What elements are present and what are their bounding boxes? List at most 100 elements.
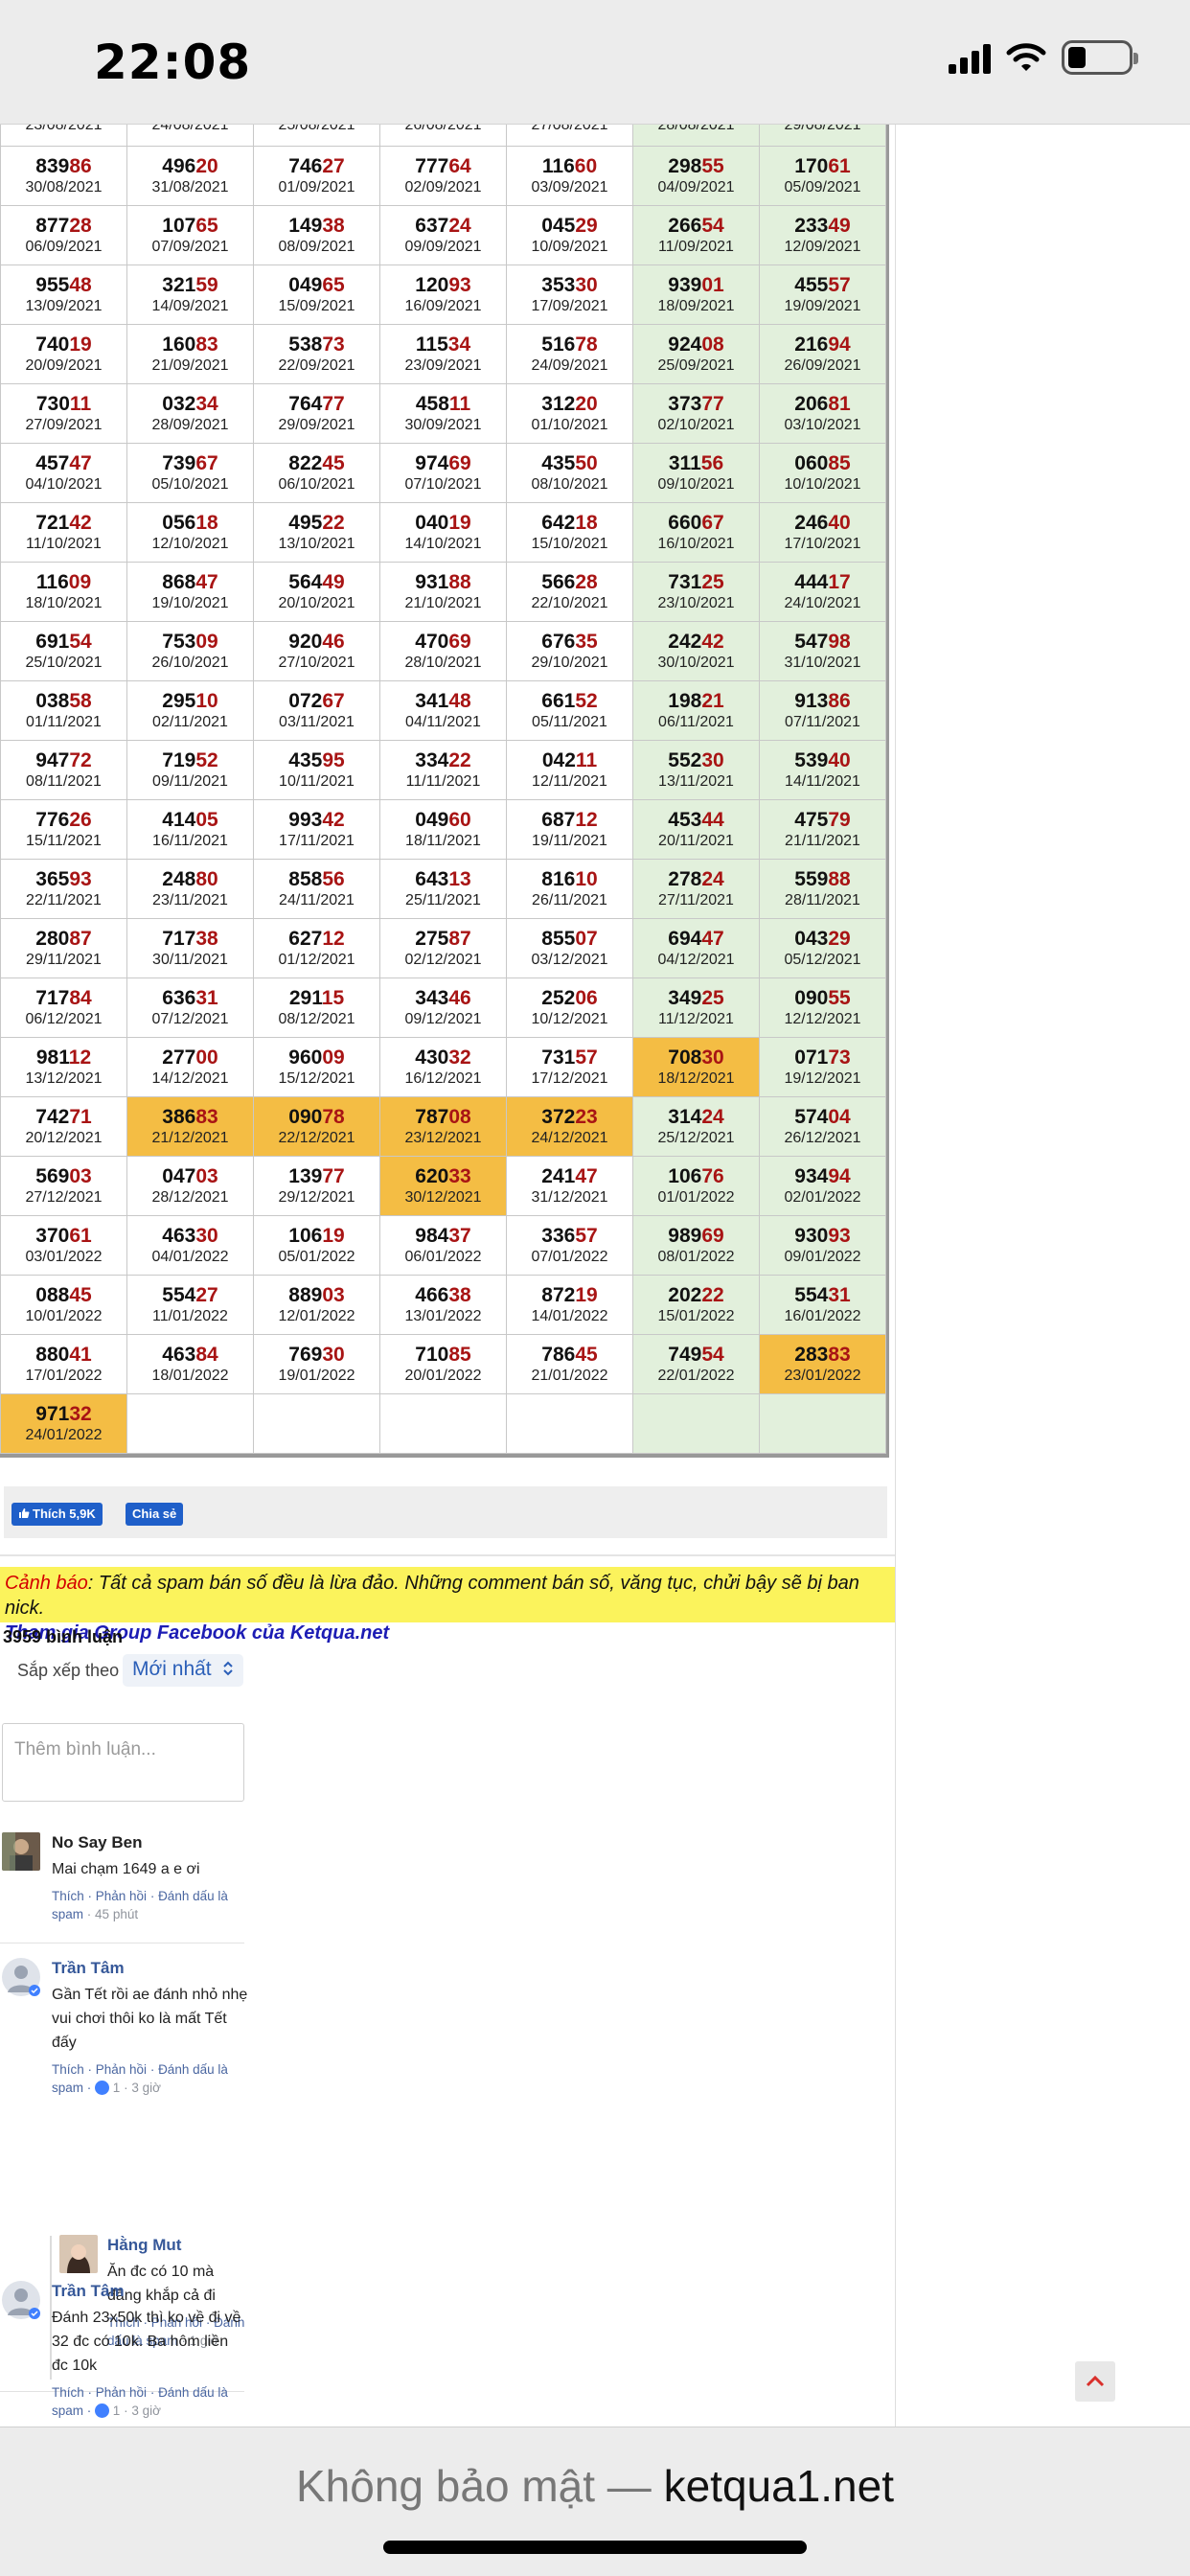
result-number-tail: 78 xyxy=(575,334,598,356)
result-number: 09078 xyxy=(254,1105,379,1129)
result-number-tail: 85 xyxy=(448,1344,471,1366)
result-number-head: 241 xyxy=(541,1165,576,1187)
result-number-head: 455 xyxy=(794,274,829,296)
result-number: 85856 xyxy=(254,867,379,891)
result-number-head: 955 xyxy=(35,274,70,296)
comment-actions: Thích · Phản hồi · Đánh dấu là spam · 1 … xyxy=(52,2062,228,2095)
avatar[interactable] xyxy=(2,1958,40,1996)
result-date: 24/10/2021 xyxy=(784,595,861,611)
result-cell: 92046 27/10/2021 xyxy=(253,621,380,681)
result-cell: 78645 21/01/2022 xyxy=(506,1334,633,1394)
result-number-head: 691 xyxy=(35,631,70,653)
result-number: 95548 xyxy=(1,273,126,297)
result-number: 33657 xyxy=(507,1224,632,1248)
result-number: 12093 xyxy=(380,273,506,297)
result-number-head: 687 xyxy=(541,809,576,831)
comment-author[interactable]: Trần Tâm xyxy=(52,2281,248,2302)
result-number: 47069 xyxy=(380,630,506,654)
result-cell: 45344 20/11/2021 xyxy=(632,799,760,860)
result-date: 10/11/2021 xyxy=(279,773,355,790)
result-number: 75309 xyxy=(127,630,253,654)
result-number-head: 336 xyxy=(541,1225,576,1247)
comment-author[interactable]: Trần Tâm xyxy=(52,1958,248,1979)
result-cell: 82245 06/10/2021 xyxy=(253,443,380,503)
result-date: 25/08/2021 xyxy=(278,125,355,133)
facebook-group-link[interactable]: Tham gia Group Facebook của Ketqua.net xyxy=(5,1621,891,1645)
comment-like-link[interactable]: Thích xyxy=(52,2062,84,2077)
home-indicator[interactable] xyxy=(383,2541,807,2554)
avatar[interactable] xyxy=(2,2281,40,2319)
comment-time[interactable]: 45 phút xyxy=(95,1907,138,1921)
result-number-tail: 20 xyxy=(195,155,218,177)
result-number: 31220 xyxy=(507,392,632,416)
result-number: 99342 xyxy=(254,808,379,832)
result-number: 55230 xyxy=(633,748,759,772)
comment-reply-link[interactable]: Phản hồi xyxy=(96,2385,147,2400)
comment-like-link[interactable]: Thích xyxy=(52,1889,84,1903)
result-number-tail: 27 xyxy=(195,1284,218,1306)
result-number-head: 816 xyxy=(541,868,576,890)
result-date: 02/01/2022 xyxy=(784,1189,861,1206)
result-number: 29855 xyxy=(633,154,759,178)
result-date: 09/11/2021 xyxy=(152,773,228,790)
result-number-tail: 30 xyxy=(701,1046,724,1069)
result-cell: 07267 03/11/2021 xyxy=(253,680,380,741)
result-number: 06085 xyxy=(760,451,885,475)
scroll-to-top-button[interactable] xyxy=(1075,2361,1115,2402)
result-number-head: 627 xyxy=(288,928,323,950)
avatar[interactable] xyxy=(2,1832,40,1871)
comment-time[interactable]: 3 giờ xyxy=(131,2081,161,2095)
result-number-tail: 22 xyxy=(701,1284,724,1306)
result-number-tail: 78 xyxy=(322,1106,345,1128)
result-number: 47579 xyxy=(760,808,885,832)
result-date: 07/10/2021 xyxy=(404,476,482,493)
result-number-tail: 48 xyxy=(448,690,471,712)
browser-address-bar[interactable]: Không bảo mật — ketqua1.net xyxy=(0,2426,1190,2576)
result-number-tail: 50 xyxy=(575,452,598,474)
result-number-head: 731 xyxy=(668,571,702,593)
result-date: 16/11/2021 xyxy=(152,833,228,849)
result-cell: 23349 12/09/2021 xyxy=(759,205,886,265)
result-date: 25/09/2021 xyxy=(657,357,735,374)
result-cell: 29/08/2021 xyxy=(759,125,886,147)
comment-like-link[interactable]: Thích xyxy=(52,2385,84,2400)
result-number: 98969 xyxy=(633,1224,759,1248)
comment-time[interactable]: 3 giờ xyxy=(131,2404,161,2418)
facebook-share-button[interactable]: Chia sẻ xyxy=(126,1503,184,1526)
result-cell: 25/08/2021 xyxy=(253,125,380,147)
result-cell: 70830 18/12/2021 xyxy=(632,1037,760,1097)
comment-reply-link[interactable]: Phản hồi xyxy=(96,2062,147,2077)
result-cell: 36593 22/11/2021 xyxy=(0,859,127,919)
result-number-tail: 59 xyxy=(195,274,218,296)
result-date: 08/09/2021 xyxy=(278,239,355,255)
result-cell: 87728 06/09/2021 xyxy=(0,205,127,265)
result-date: 10/01/2022 xyxy=(25,1308,103,1324)
facebook-like-button[interactable]: Thích 5,9K xyxy=(11,1503,103,1526)
result-number-tail: 58 xyxy=(69,690,92,712)
result-cell: 07173 19/12/2021 xyxy=(759,1037,886,1097)
result-number: 17061 xyxy=(760,154,885,178)
result-number: 31156 xyxy=(633,451,759,475)
url-display[interactable]: Không bảo mật — ketqua1.net xyxy=(0,2460,1190,2512)
result-cell: 66067 16/10/2021 xyxy=(632,502,760,563)
result-number-head: 749 xyxy=(668,1344,702,1366)
result-number: 27700 xyxy=(127,1046,253,1070)
sort-select[interactable]: Mới nhất xyxy=(123,1654,244,1687)
result-cell: 24/08/2021 xyxy=(126,125,254,147)
comment-reply-link[interactable]: Phản hồi xyxy=(96,1889,147,1903)
result-number-head: 717 xyxy=(35,987,70,1009)
result-cell: 06085 10/10/2021 xyxy=(759,443,886,503)
comment-author[interactable]: No Say Ben xyxy=(52,1832,248,1853)
result-date: 08/10/2021 xyxy=(531,476,608,493)
comment-author[interactable]: Hằng Mut xyxy=(107,2235,246,2256)
result-date: 30/09/2021 xyxy=(404,417,482,433)
comment-input[interactable]: Thêm bình luận... xyxy=(2,1723,244,1802)
result-number-head: 139 xyxy=(288,1165,323,1187)
result-date: 31/12/2021 xyxy=(531,1189,608,1206)
sort-chevron-icon xyxy=(223,1661,234,1676)
result-cell: 73125 23/10/2021 xyxy=(632,562,760,622)
result-number-tail: 56 xyxy=(700,452,724,474)
result-number-head: 708 xyxy=(668,1046,702,1069)
result-number: 55988 xyxy=(760,867,885,891)
avatar[interactable] xyxy=(59,2235,98,2273)
